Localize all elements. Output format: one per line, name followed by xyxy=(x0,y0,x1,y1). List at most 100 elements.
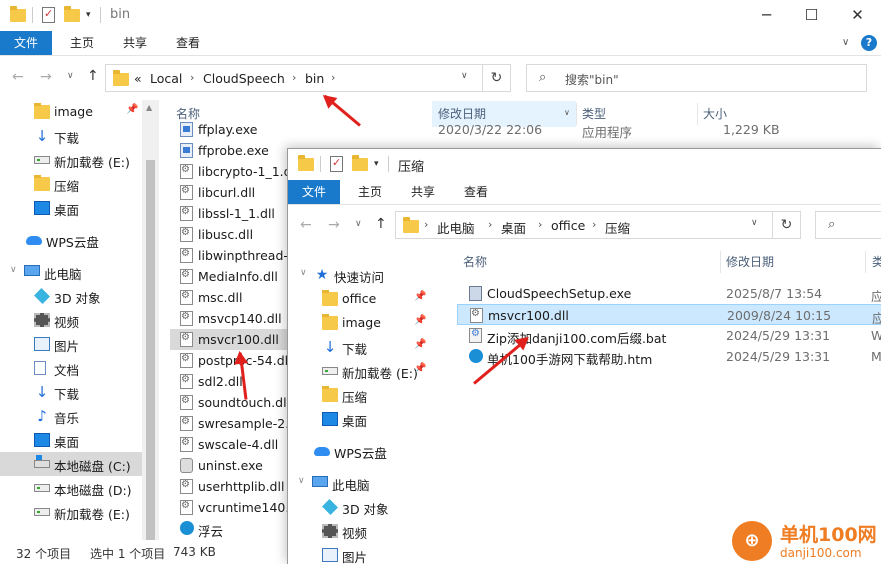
new-folder-icon[interactable] xyxy=(64,6,80,22)
up-arrow-icon[interactable]: ↑ xyxy=(87,68,99,84)
chevron-right-icon[interactable]: › xyxy=(331,71,335,84)
nav-item[interactable]: 本地磁盘 (D:) xyxy=(0,476,144,500)
refresh-button[interactable]: ↻ xyxy=(482,65,510,91)
breadcrumb-cloudspeech[interactable]: CloudSpeech xyxy=(203,71,285,86)
new-folder-icon[interactable] xyxy=(352,155,368,171)
chevron-right-icon[interactable]: › xyxy=(292,71,296,84)
nav-item[interactable]: ↓ 下载 📌 xyxy=(288,335,428,359)
tab-home[interactable]: 主页 xyxy=(348,180,392,204)
address-dropdown-icon[interactable]: ∨ xyxy=(461,71,468,81)
expand-chevron-icon[interactable]: ∨ xyxy=(300,268,307,278)
nav-item[interactable]: 图片 xyxy=(0,332,144,356)
nav-item[interactable]: 桌面 xyxy=(288,407,428,431)
recent-locations-icon[interactable]: ∨ xyxy=(67,71,74,81)
breadcrumb-office[interactable]: office xyxy=(551,218,585,233)
nav-item[interactable]: 桌面 xyxy=(0,196,144,220)
close-button[interactable]: ✕ xyxy=(835,0,880,31)
nav-item[interactable]: 3D 对象 xyxy=(288,495,428,519)
nav-item[interactable]: 文档 xyxy=(0,356,144,380)
nav-item[interactable]: image 📌 xyxy=(288,311,428,335)
drive-icon xyxy=(322,367,338,375)
breadcrumb-local[interactable]: Local xyxy=(150,71,182,86)
search-box[interactable]: ⌕ xyxy=(815,211,881,239)
tab-file[interactable]: 文件 xyxy=(0,31,53,55)
nav-item[interactable]: 图片 xyxy=(288,543,428,564)
nav-item[interactable]: 视频 xyxy=(0,308,144,332)
nav-item[interactable]: ∨ ★ 快速访问 xyxy=(288,263,428,287)
file-row[interactable]: 单机100手游网下载帮助.htm 2024/5/29 13:31 M xyxy=(457,346,881,367)
nav-item-label: WPS云盘 xyxy=(334,446,387,461)
file-name: msvcr100.dll xyxy=(488,308,569,323)
back-arrow-icon[interactable]: ← xyxy=(300,217,312,233)
nav-item[interactable]: 本地磁盘 (C:) xyxy=(0,452,144,476)
address-bar[interactable]: › 此电脑 › 桌面 › office › 压缩 ∨ ↻ xyxy=(395,211,801,239)
breadcrumb-this-pc[interactable]: 此电脑 xyxy=(437,218,475,237)
computer-icon xyxy=(312,476,328,487)
address-dropdown-icon[interactable]: ∨ xyxy=(751,218,758,228)
refresh-button[interactable]: ↻ xyxy=(772,212,800,238)
column-date[interactable]: 修改日期 xyxy=(720,249,866,275)
nav-item[interactable]: WPS云盘 xyxy=(288,439,428,463)
quick-access-dropdown-icon[interactable]: ▾ xyxy=(374,159,379,169)
nav-item[interactable]: ↓ 下载 xyxy=(0,124,144,148)
address-bar[interactable]: « Local › CloudSpeech › bin › ∨ ↻ xyxy=(105,64,511,92)
expand-chevron-icon[interactable]: ∨ xyxy=(298,476,305,486)
nav-item[interactable]: 3D 对象 xyxy=(0,284,144,308)
forward-arrow-icon[interactable]: → xyxy=(40,69,52,85)
search-box[interactable]: ⌕ 搜索"bin" xyxy=(526,64,867,92)
forward-arrow-icon[interactable]: → xyxy=(328,217,340,233)
nav-item[interactable]: 压缩 xyxy=(288,383,428,407)
tab-view[interactable]: 查看 xyxy=(454,180,498,204)
chevron-right-icon[interactable]: › xyxy=(538,218,542,231)
breadcrumb-bin[interactable]: bin xyxy=(305,71,324,86)
breadcrumb-overflow[interactable]: « xyxy=(134,71,142,86)
tab-share[interactable]: 共享 xyxy=(401,180,445,204)
help-icon[interactable]: ? xyxy=(861,35,877,51)
tab-file[interactable]: 文件 xyxy=(288,180,341,204)
dll-file-icon xyxy=(180,416,193,431)
minimize-button[interactable]: ─ xyxy=(744,0,789,31)
column-filter-icon[interactable]: ∨ xyxy=(564,108,570,117)
column-name[interactable]: 名称 xyxy=(457,249,720,275)
up-arrow-icon[interactable]: ↑ xyxy=(375,216,387,232)
nav-item[interactable]: image 📌 xyxy=(0,100,144,124)
expand-chevron-icon[interactable]: ∨ xyxy=(10,265,17,275)
chevron-right-icon[interactable]: › xyxy=(488,218,492,231)
chevron-right-icon[interactable]: › xyxy=(592,218,596,231)
back-arrow-icon[interactable]: ← xyxy=(12,69,24,85)
nav-item[interactable]: 桌面 xyxy=(0,428,144,452)
tab-home[interactable]: 主页 xyxy=(60,31,104,55)
nav-item[interactable]: 新加载卷 (E:) 📌 xyxy=(288,359,428,383)
file-name: swresample-2.d xyxy=(198,416,298,431)
scrollbar-thumb[interactable] xyxy=(146,160,155,540)
nav-item[interactable]: ♪ 音乐 xyxy=(0,404,144,428)
chevron-right-icon[interactable]: › xyxy=(424,218,428,231)
breadcrumb-compress[interactable]: 压缩 xyxy=(605,218,630,237)
navigation-pane: ∨ ★ 快速访问 office 📌 image 📌 ↓ 下载 📌 新加载卷 (E:) 📌 压缩 桌面 WPS… xyxy=(288,249,428,564)
nav-item[interactable]: ↓ 下载 xyxy=(0,380,144,404)
nav-item[interactable]: ∨ 此电脑 xyxy=(288,471,428,495)
column-type[interactable]: 类 xyxy=(866,249,881,275)
nav-item[interactable]: office 📌 xyxy=(288,287,428,311)
chevron-right-icon[interactable]: › xyxy=(190,71,194,84)
nav-item[interactable]: 压缩 xyxy=(0,172,144,196)
nav-scrollbar[interactable]: ▲ xyxy=(142,100,159,540)
nav-item[interactable]: 新加载卷 (E:) xyxy=(0,500,144,524)
nav-item[interactable]: ∨ 此电脑 xyxy=(0,260,144,284)
file-row[interactable]: ffplay.exe 2020/3/22 22:06 应用程序 1,229 KB xyxy=(170,119,780,140)
file-name: libcurl.dll xyxy=(198,185,256,200)
nav-item[interactable]: 新加载卷 (E:) xyxy=(0,148,144,172)
nav-item[interactable]: 视频 xyxy=(288,519,428,543)
properties-icon[interactable] xyxy=(330,156,343,172)
file-row[interactable]: msvcr100.dll2009/8/24 10:15应 xyxy=(457,304,881,326)
nav-item[interactable]: WPS云盘 xyxy=(0,228,144,252)
tab-view[interactable]: 查看 xyxy=(166,31,210,55)
recent-locations-icon[interactable]: ∨ xyxy=(355,219,362,229)
maximize-button[interactable]: ☐ xyxy=(789,0,834,31)
tab-share[interactable]: 共享 xyxy=(113,31,157,55)
quick-access-dropdown-icon[interactable]: ▾ xyxy=(86,10,91,20)
breadcrumb-desktop[interactable]: 桌面 xyxy=(501,218,526,237)
expand-ribbon-icon[interactable]: ∨ xyxy=(842,37,849,48)
file-row[interactable]: CloudSpeechSetup.exe 2025/8/7 13:54 应 xyxy=(457,283,881,304)
properties-icon[interactable] xyxy=(42,7,55,23)
